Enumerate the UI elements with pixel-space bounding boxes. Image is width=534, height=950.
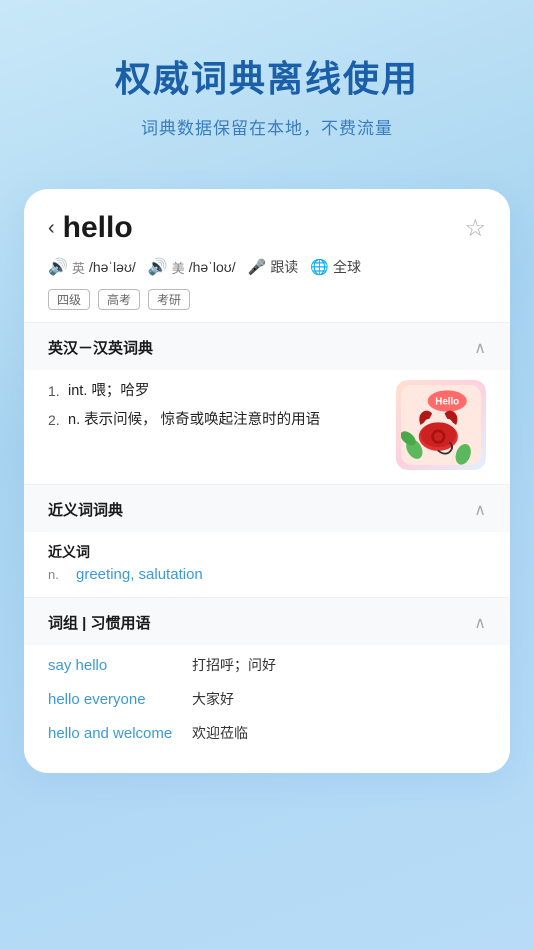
entry-num-2: 2. [48, 409, 68, 431]
phrase-section-header[interactable]: 词组 | 习惯用语 ∧ [24, 598, 510, 645]
global-button[interactable]: 🌐 全球 [310, 257, 361, 277]
top-section: 权威词典离线使用 词典数据保留在本地，不费流量 [0, 0, 534, 169]
entry-num-1: 1. [48, 380, 68, 402]
dict-section-body: 1. int. 喂；哈罗 2. n. 表示问候， 惊奇或唤起注意时的用语 [24, 370, 510, 484]
dict-chevron-icon: ∧ [474, 338, 486, 358]
near-words[interactable]: greeting, salutation [76, 566, 203, 583]
phrase-row-1: hello everyone 大家好 [48, 689, 486, 709]
entry-content-1: int. 喂；哈罗 [68, 380, 149, 403]
phonetic-row: 🔊 英 /həˈləʊ/ 🔊 美 /həˈloʊ/ 🎤 跟读 🌐 全球 [24, 255, 510, 285]
dict-section: 英汉－汉英词典 ∧ 1. int. 喂；哈罗 2. n. 表示问候， 惊奇或唤起… [24, 323, 510, 484]
phrase-section: 词组 | 习惯用语 ∧ say hello 打招呼；问好 hello every… [24, 598, 510, 773]
dict-section-title: 英汉－汉英词典 [48, 337, 153, 358]
phonetic-us[interactable]: 🔊 美 /həˈloʊ/ [148, 257, 236, 277]
phrase-section-title: 词组 | 习惯用语 [48, 612, 151, 633]
near-section-title: 近义词词典 [48, 499, 123, 520]
star-icon[interactable]: ☆ [464, 214, 486, 243]
near-section-body: 近义词 n. greeting, salutation [24, 532, 510, 597]
phonetic-uk-text: /həˈləʊ/ [89, 259, 136, 275]
near-chevron-icon: ∧ [474, 500, 486, 520]
card-header: ‹ hello ☆ [24, 189, 510, 255]
entry-content-2: n. 表示问候， 惊奇或唤起注意时的用语 [68, 409, 320, 432]
phonetic-us-text: /həˈloʊ/ [189, 259, 236, 275]
dict-entry-1: 1. int. 喂；哈罗 [48, 380, 384, 403]
phrase-section-body: say hello 打招呼；问好 hello everyone 大家好 hell… [24, 645, 510, 773]
word-back-row: ‹ hello [48, 211, 133, 245]
dictionary-card: ‹ hello ☆ 🔊 英 /həˈləʊ/ 🔊 美 /həˈloʊ/ 🎤 跟读… [24, 189, 510, 773]
tags-row: 四级 高考 考研 [24, 285, 510, 322]
phonetic-uk-label: 英 [72, 258, 85, 277]
tag-gaokao: 高考 [98, 289, 140, 310]
dict-text-block: 1. int. 喂；哈罗 2. n. 表示问候， 惊奇或唤起注意时的用语 [48, 380, 384, 438]
dict-section-header[interactable]: 英汉－汉英词典 ∧ [24, 323, 510, 370]
phonetic-us-label: 美 [172, 258, 185, 277]
phrase-row-2: hello and welcome 欢迎莅临 [48, 723, 486, 743]
phrase-row-0: say hello 打招呼；问好 [48, 655, 486, 675]
sub-title: 词典数据保留在本地，不费流量 [40, 114, 494, 139]
follow-read-label: 跟读 [270, 257, 298, 277]
back-icon[interactable]: ‹ [48, 217, 55, 240]
globe-icon: 🌐 [310, 258, 329, 276]
volume-uk-icon: 🔊 [48, 257, 68, 277]
phonetic-uk[interactable]: 🔊 英 /həˈləʊ/ [48, 257, 136, 277]
tag-kaoyan: 考研 [148, 289, 190, 310]
main-title: 权威词典离线使用 [40, 50, 494, 102]
svg-text:Hello: Hello [435, 397, 459, 408]
near-pos: n. [48, 567, 66, 582]
word-display: hello [63, 211, 133, 245]
microphone-icon: 🎤 [248, 258, 267, 276]
follow-read-button[interactable]: 🎤 跟读 [248, 257, 299, 277]
near-row: n. greeting, salutation [48, 566, 486, 583]
phrase-meaning-2: 欢迎莅临 [192, 723, 248, 743]
phrase-meaning-0: 打招呼；问好 [192, 655, 276, 675]
dict-entry-2: 2. n. 表示问候， 惊奇或唤起注意时的用语 [48, 409, 384, 432]
near-title: 近义词 [48, 542, 486, 562]
dict-image: Hello [396, 380, 486, 470]
phrase-chevron-icon: ∧ [474, 613, 486, 633]
global-label: 全球 [333, 257, 361, 277]
volume-us-icon: 🔊 [148, 257, 168, 277]
phrase-word-0[interactable]: say hello [48, 657, 178, 674]
near-section: 近义词词典 ∧ 近义词 n. greeting, salutation [24, 485, 510, 597]
near-section-header[interactable]: 近义词词典 ∧ [24, 485, 510, 532]
phrase-meaning-1: 大家好 [192, 689, 234, 709]
phrase-word-2[interactable]: hello and welcome [48, 725, 178, 742]
tag-cet4: 四级 [48, 289, 90, 310]
phrase-word-1[interactable]: hello everyone [48, 691, 178, 708]
